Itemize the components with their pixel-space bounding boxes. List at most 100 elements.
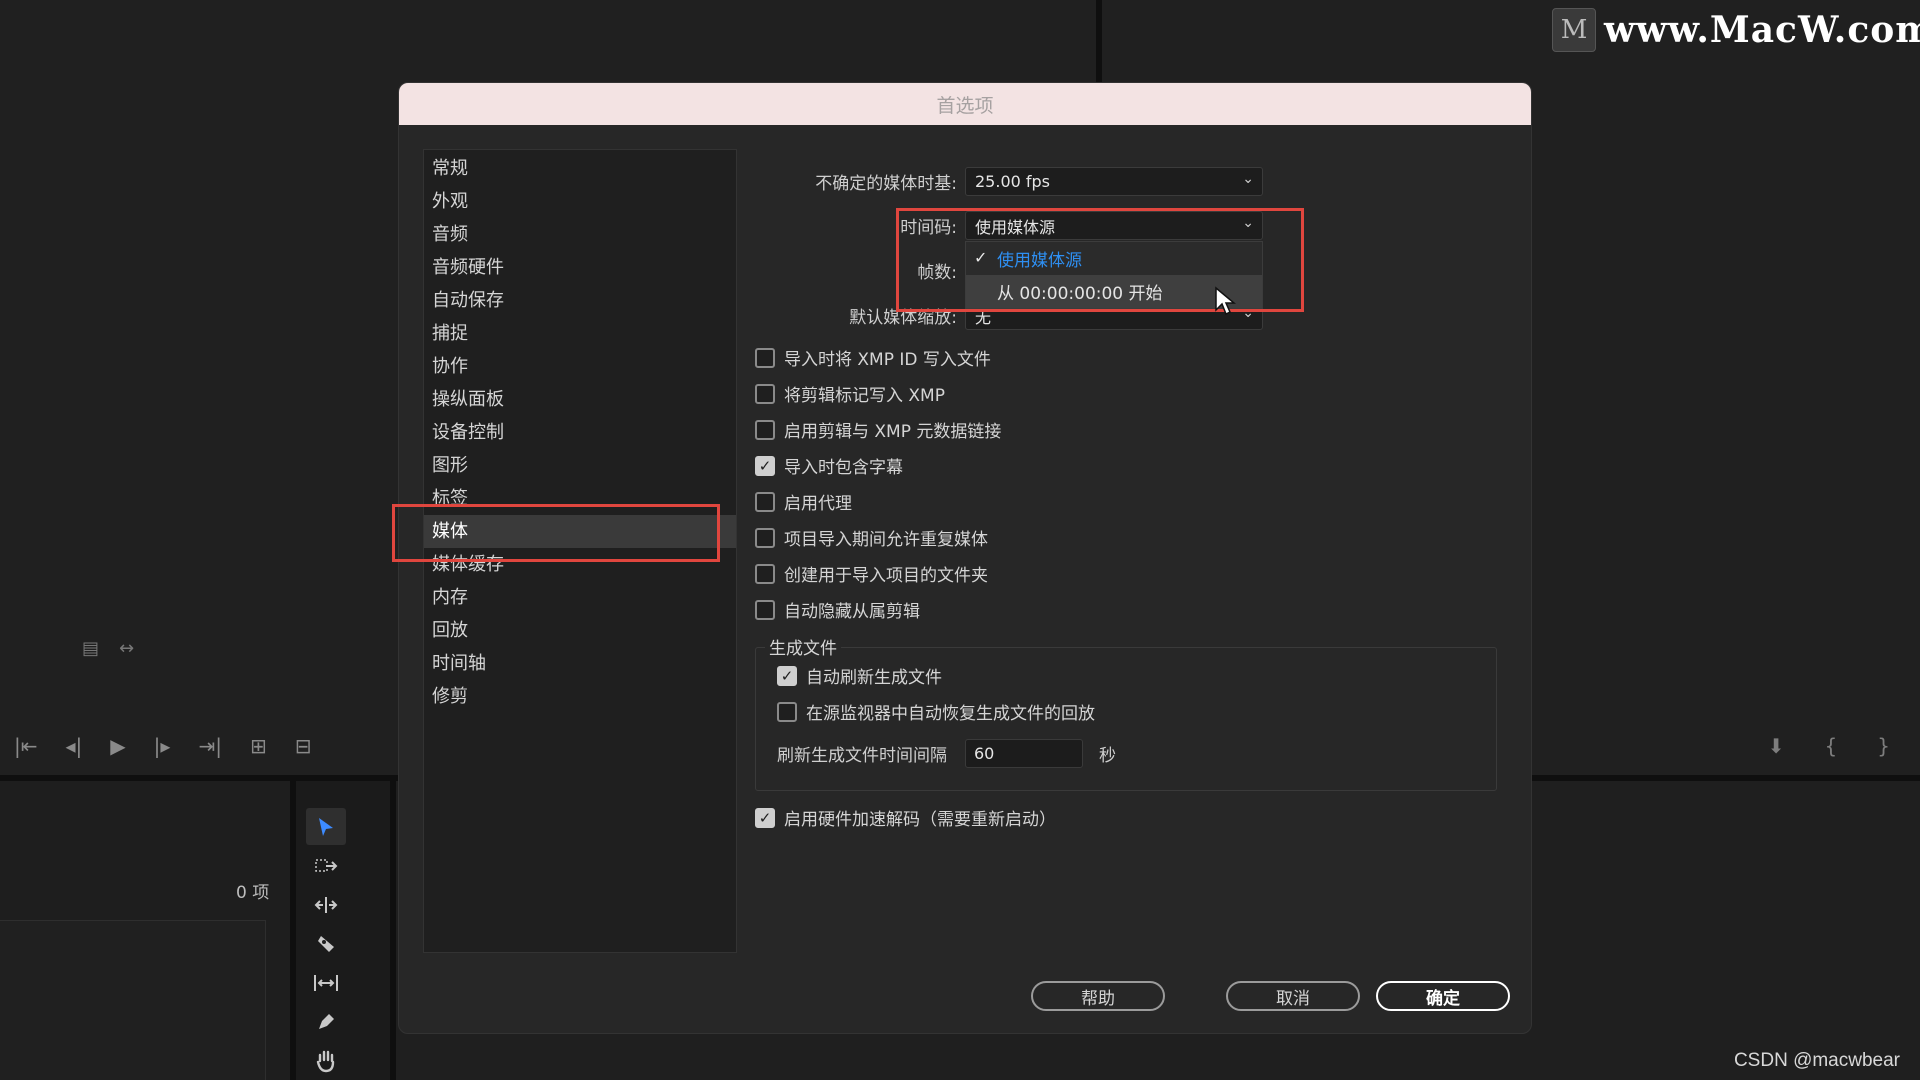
timecode-select[interactable]: 使用媒体源 ⌄ (965, 211, 1263, 240)
checkbox-auto-restore-render[interactable]: 在源监视器中自动恢复生成文件的回放 (777, 699, 1095, 724)
checkbox[interactable] (755, 599, 775, 620)
checkbox-xmp-id[interactable]: 导入时将 XMP ID 写入文件 (755, 345, 991, 370)
sidebar-item-media[interactable]: 媒体 (424, 515, 736, 548)
sidebar-item-timeline[interactable]: 时间轴 (424, 647, 736, 680)
hand-tool-icon[interactable] (306, 1043, 346, 1080)
monitor-mini-icons: ▤ ↔ (82, 638, 134, 659)
sidebar-item-media-cache[interactable]: 媒体缓存 (424, 548, 736, 581)
checkbox-label: 将剪辑标记写入 XMP (784, 386, 945, 406)
checkbox-label: 自动刷新生成文件 (806, 668, 942, 688)
sidebar-item-general[interactable]: 常规 (424, 152, 736, 185)
timecode-row: 时间码: (759, 211, 959, 240)
play-icon[interactable]: ▶ (110, 734, 125, 758)
sidebar-item-capture[interactable]: 捕捉 (424, 317, 736, 350)
frames-label: 帧数: (917, 263, 957, 283)
checkbox[interactable] (777, 701, 797, 722)
checkbox-enable-proxies[interactable]: 启用代理 (755, 489, 852, 514)
option-label: 从 00:00:00:00 开始 (997, 284, 1163, 304)
checkbox-auto-refresh-render[interactable]: ✓ 自动刷新生成文件 (777, 663, 942, 688)
ok-button[interactable]: 确定 (1376, 981, 1510, 1011)
checkbox-include-captions[interactable]: ✓ 导入时包含字幕 (755, 453, 903, 478)
sidebar-item-labels[interactable]: 标签 (424, 482, 736, 515)
mouse-cursor-icon (1215, 286, 1236, 316)
sidebar-item-audio-hardware[interactable]: 音频硬件 (424, 251, 736, 284)
checkmark-icon: ✓ (974, 248, 988, 267)
sidebar-item-appearance[interactable]: 外观 (424, 185, 736, 218)
checkbox-label: 项目导入期间允许重复媒体 (784, 530, 988, 550)
checkbox-clip-markers-xmp[interactable]: 将剪辑标记写入 XMP (755, 381, 945, 406)
sidebar-item-playback[interactable]: 回放 (424, 614, 736, 647)
checkbox-checked[interactable]: ✓ (755, 455, 775, 476)
dialog-title: 首选项 (399, 83, 1531, 125)
checkbox-label: 创建用于导入项目的文件夹 (784, 566, 988, 586)
insert-icon[interactable]: ⊞ (250, 734, 267, 758)
checkbox-xmp-link[interactable]: 启用剪辑与 XMP 元数据链接 (755, 417, 1001, 442)
checkbox[interactable] (755, 383, 775, 404)
timebase-label: 不确定的媒体时基: (815, 174, 957, 194)
sidebar-item-memory[interactable]: 内存 (424, 581, 736, 614)
checkbox[interactable] (755, 563, 775, 584)
watermark: M www.MacW.com (1552, 6, 1920, 54)
checkbox[interactable] (755, 347, 775, 368)
sidebar-item-auto-save[interactable]: 自动保存 (424, 284, 736, 317)
sidebar-item-collaboration[interactable]: 协作 (424, 350, 736, 383)
timebase-row: 不确定的媒体时基: (759, 167, 959, 196)
checkbox-label: 导入时将 XMP ID 写入文件 (784, 350, 991, 370)
checkbox[interactable] (755, 419, 775, 440)
razor-tool-icon[interactable] (306, 925, 346, 962)
render-interval-unit: 秒 (1099, 746, 1116, 766)
step-forward-icon[interactable]: |▸ (154, 734, 171, 758)
sidebar-item-graphics[interactable]: 图形 (424, 449, 736, 482)
help-button[interactable]: 帮助 (1031, 981, 1165, 1011)
checkbox-create-folder[interactable]: 创建用于导入项目的文件夹 (755, 561, 988, 586)
scale-row: 默认媒体缩放: (759, 301, 959, 330)
timecode-value: 使用媒体源 (975, 217, 1056, 237)
sidebar-item-control-surface[interactable]: 操纵面板 (424, 383, 736, 416)
project-list-area (0, 920, 266, 1080)
slip-tool-icon[interactable] (306, 965, 346, 1002)
cancel-button[interactable]: 取消 (1226, 981, 1360, 1011)
checkbox-label: 导入时包含字幕 (784, 458, 903, 478)
checkbox-checked[interactable]: ✓ (777, 665, 797, 686)
go-to-in-icon[interactable]: |⇤ (14, 734, 38, 758)
checkbox-hide-subclips[interactable]: 自动隐藏从属剪辑 (755, 597, 920, 622)
toolbar-divider (290, 781, 296, 1080)
overwrite-icon[interactable]: ⊟ (295, 734, 312, 758)
render-files-group-title: 生成文件 (765, 634, 841, 659)
tools-panel (300, 800, 352, 1080)
marker-icon[interactable]: ⬇ (1768, 734, 1785, 758)
program-transport-controls: ⬇ { } (1768, 730, 1890, 762)
timecode-option-media-source[interactable]: ✓ 使用媒体源 (966, 242, 1262, 275)
checkbox-label: 启用剪辑与 XMP 元数据链接 (784, 422, 1002, 442)
sidebar-item-trim[interactable]: 修剪 (424, 680, 736, 713)
scale-label: 默认媒体缩放: (849, 308, 957, 328)
checkbox[interactable] (755, 527, 775, 548)
sidebar-item-device-control[interactable]: 设备控制 (424, 416, 736, 449)
render-interval-label: 刷新生成文件时间间隔 (777, 746, 947, 766)
export-frame-icon[interactable]: ↔ (119, 638, 134, 659)
step-back-icon[interactable]: ◂| (66, 734, 83, 758)
timebase-value: 25.00 fps (975, 172, 1051, 191)
ripple-edit-tool-icon[interactable] (306, 886, 346, 923)
render-interval-value: 60 (974, 744, 995, 763)
source-transport-controls: |⇤ ◂| ▶ |▸ ⇥| ⊞ ⊟ (0, 730, 311, 762)
pen-tool-icon[interactable] (306, 1004, 346, 1041)
preferences-sidebar: 常规 外观 音频 音频硬件 自动保存 捕捉 协作 操纵面板 设备控制 图形 标签… (423, 149, 737, 953)
mark-in-icon[interactable]: { (1825, 734, 1838, 758)
checkbox-hw-decode[interactable]: ✓ 启用硬件加速解码（需要重新启动） (755, 805, 1056, 830)
checkbox-allow-duplicate[interactable]: 项目导入期间允许重复媒体 (755, 525, 988, 550)
timecode-label: 时间码: (900, 218, 957, 238)
settings-icon[interactable]: ▤ (82, 638, 99, 659)
selection-tool-icon[interactable] (306, 808, 346, 846)
source-credit: CSDN @macwbear (1733, 1050, 1900, 1071)
sidebar-item-audio[interactable]: 音频 (424, 218, 736, 251)
go-to-out-icon[interactable]: ⇥| (198, 734, 222, 758)
checkbox-checked[interactable]: ✓ (755, 807, 775, 828)
checkbox[interactable] (755, 491, 775, 512)
mark-out-icon[interactable]: } (1877, 734, 1890, 758)
track-select-tool-icon[interactable] (306, 847, 346, 884)
timebase-select[interactable]: 25.00 fps ⌄ (965, 167, 1263, 196)
render-interval-input[interactable]: 60 (965, 739, 1083, 768)
render-interval-unit-row: 秒 (1099, 739, 1116, 768)
project-item-count: 0 项 (236, 883, 270, 903)
